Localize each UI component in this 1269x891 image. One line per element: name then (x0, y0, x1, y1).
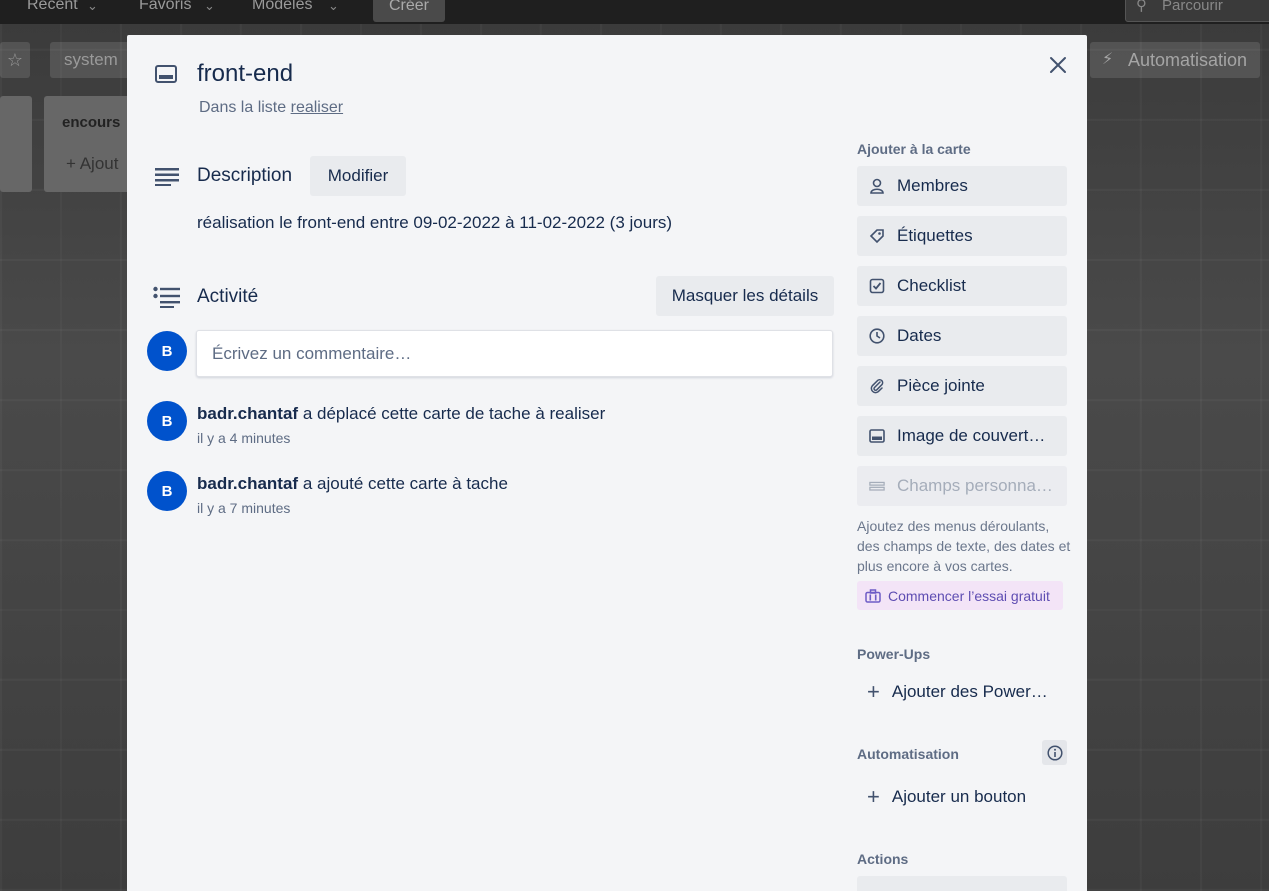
card-cover-icon (869, 428, 885, 444)
add-to-card-heading: Ajouter à la carte (857, 141, 971, 157)
info-button[interactable] (1042, 740, 1067, 765)
board-list (0, 96, 32, 192)
nav-favorites[interactable]: Favoris (139, 0, 191, 14)
search-icon: ⚲ (1136, 0, 1147, 14)
hide-details-button[interactable]: Masquer les détails (656, 276, 834, 316)
in-list-prefix: Dans la liste (199, 99, 287, 116)
automation-button[interactable]: ⚡ Automatisation (1090, 42, 1260, 78)
activity-user[interactable]: badr.chantaf (197, 474, 298, 493)
search-input[interactable]: ⚲ Parcourir (1125, 0, 1269, 22)
checklist-button[interactable]: Checklist (857, 266, 1067, 306)
top-navigation-bar: Récent ⌄ Favoris ⌄ Modèles ⌄ Créer ⚲ Par… (0, 0, 1269, 24)
checklist-label: Checklist (897, 276, 966, 295)
activity-time[interactable]: il y a 7 minutes (197, 500, 290, 516)
plus-icon: + (867, 679, 880, 704)
description-icon (155, 166, 179, 186)
avatar[interactable]: B (147, 331, 187, 371)
in-list-text: Dans la liste realiser (199, 99, 343, 117)
create-button[interactable]: Créer (373, 0, 445, 22)
tag-icon (869, 228, 885, 244)
card-icon (155, 65, 177, 83)
attachment-label: Pièce jointe (897, 376, 985, 395)
close-button[interactable] (1044, 51, 1072, 79)
close-icon (1050, 57, 1066, 73)
activity-item: badr.chantaf a ajouté cette carte à tach… (197, 474, 508, 494)
card-detail-modal: front-end Dans la liste realiser Descrip… (127, 35, 1087, 891)
custom-fields-note: Ajoutez des menus déroulants, des champs… (857, 518, 1071, 574)
activity-icon (153, 286, 181, 308)
powerups-heading: Power-Ups (857, 646, 931, 662)
activity-action: a ajouté cette carte à tache (302, 474, 508, 493)
cover-label: Image de couvert… (897, 426, 1046, 445)
chevron-down-icon[interactable]: ⌄ (87, 0, 98, 14)
plus-icon: + (867, 784, 880, 809)
actions-heading: Actions (857, 851, 909, 867)
info-icon (1046, 744, 1063, 761)
activity-user[interactable]: badr.chantaf (197, 404, 298, 423)
custom-fields-button[interactable]: Champs personna… (857, 466, 1067, 506)
modify-description-button[interactable]: Modifier (310, 156, 406, 196)
add-button-label: Ajouter un bouton (891, 787, 1027, 806)
avatar[interactable]: B (147, 471, 187, 511)
move-action-button[interactable] (857, 876, 1067, 891)
attachment-button[interactable]: Pièce jointe (857, 366, 1067, 406)
avatar[interactable]: B (147, 401, 187, 441)
add-powerups-button[interactable]: + Ajouter des Power… (857, 672, 1067, 712)
comment-input[interactable] (196, 330, 833, 377)
description-text[interactable]: réalisation le front-end entre 09-02-202… (197, 213, 672, 233)
nav-templates[interactable]: Modèles (252, 0, 312, 14)
custom-fields-label: Champs personna… (897, 476, 1053, 495)
card-title[interactable]: front-end (197, 60, 293, 88)
dates-button[interactable]: Dates (857, 316, 1067, 356)
star-icon[interactable]: ☆ (0, 42, 30, 78)
activity-item: badr.chantaf a déplacé cette carte de ta… (197, 404, 605, 424)
activity-action: a déplacé cette carte de tache à realise… (302, 404, 606, 423)
search-placeholder: Parcourir (1162, 0, 1223, 14)
chevron-down-icon[interactable]: ⌄ (328, 0, 339, 14)
custom-field-icon (869, 478, 885, 494)
add-powerups-label: Ajouter des Power… (891, 682, 1048, 701)
automation-heading: Automatisation (857, 746, 959, 762)
chevron-down-icon[interactable]: ⌄ (204, 0, 215, 14)
labels-label: Étiquettes (897, 226, 973, 245)
nav-recent[interactable]: Récent (27, 0, 78, 14)
start-trial-button[interactable]: Commencer l’essai gratuit (857, 581, 1063, 610)
description-heading: Description (197, 165, 293, 186)
paperclip-icon (869, 378, 885, 394)
briefcase-icon (865, 588, 881, 603)
clock-icon (869, 328, 885, 344)
add-button-button[interactable]: + Ajouter un bouton (857, 777, 1067, 817)
list-link[interactable]: realiser (291, 99, 343, 116)
add-card-button[interactable]: + Ajout (66, 154, 118, 174)
person-icon (869, 178, 885, 194)
lightning-icon: ⚡ (1102, 51, 1114, 68)
checkbox-icon (869, 278, 885, 294)
dates-label: Dates (897, 326, 942, 345)
activity-heading: Activité (197, 286, 259, 307)
members-label: Membres (897, 176, 968, 195)
activity-time[interactable]: il y a 4 minutes (197, 430, 290, 446)
cover-button[interactable]: Image de couvert… (857, 416, 1067, 456)
members-button[interactable]: Membres (857, 166, 1067, 206)
list-title: encours (62, 114, 121, 131)
labels-button[interactable]: Étiquettes (857, 216, 1067, 256)
automation-label: Automatisation (1128, 50, 1248, 70)
start-trial-label: Commencer l’essai gratuit (888, 587, 1050, 604)
